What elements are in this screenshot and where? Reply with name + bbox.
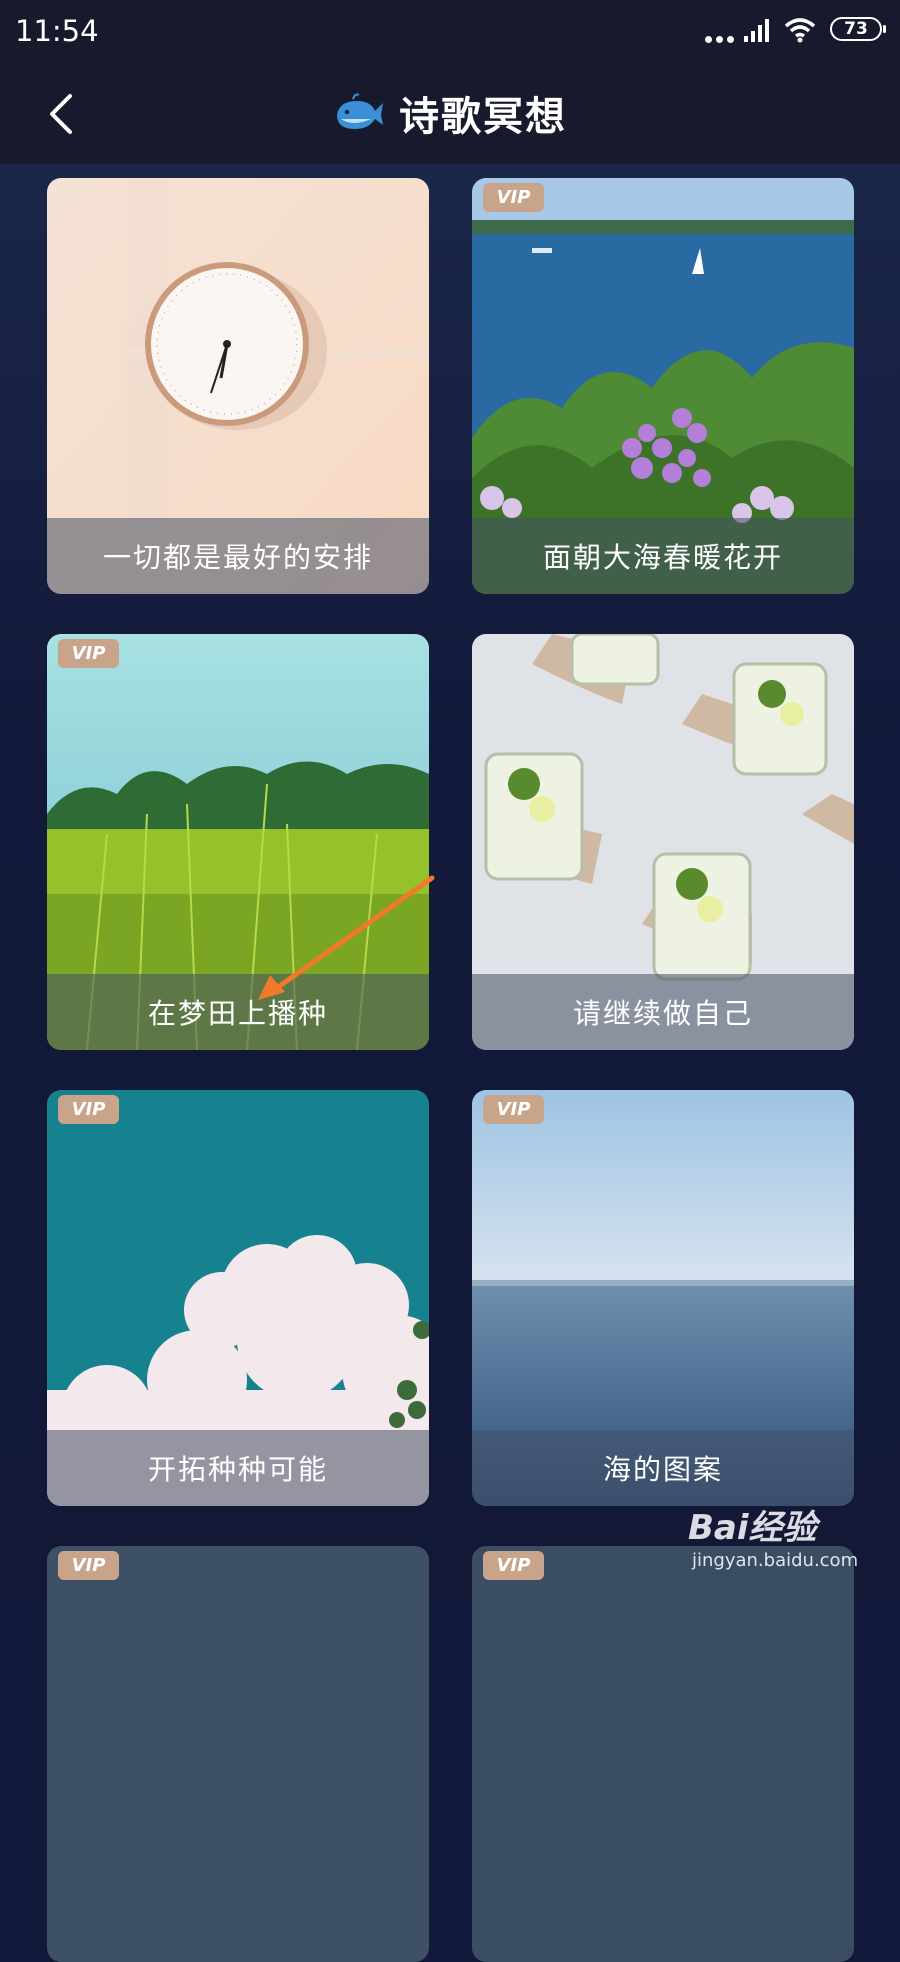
card-image [47,1546,429,1962]
baidu-jingyan-watermark: Bai经验 jingyan.baidu.com [688,1500,888,1590]
vip-badge: VIP [483,1551,544,1580]
battery-indicator: 73 [830,17,882,41]
card-title: 一切都是最好的安排 [47,518,429,594]
poem-grid: 一切都是最好的安排 VIP 面朝大海春暖花开 VIP 在梦田上播种 请继续做自己… [0,164,900,1962]
battery-tip [883,25,886,33]
whale-icon [337,93,383,129]
more-dots-icon [705,28,738,47]
card-title: 在梦田上播种 [47,974,429,1050]
poem-card[interactable]: 一切都是最好的安排 [47,178,429,594]
signal-icon [744,19,769,42]
page-title: 诗歌冥想 [399,94,567,140]
card-title: 开拓种种可能 [47,1430,429,1506]
poem-card[interactable]: 请继续做自己 [472,634,854,1050]
vip-badge: VIP [58,1095,119,1124]
card-title: 海的图案 [472,1430,854,1506]
vip-badge: VIP [483,1095,544,1124]
wifi-icon [784,18,816,43]
card-title: 面朝大海春暖花开 [472,518,854,594]
poem-card[interactable]: VIP 海的图案 [472,1090,854,1506]
app-header: 诗歌冥想 [0,62,900,164]
card-title: 请继续做自己 [472,974,854,1050]
poem-card[interactable]: VIP [47,1546,429,1962]
vip-badge: VIP [483,183,544,212]
card-image [472,1546,854,1962]
watermark-url: jingyan.baidu.com [692,1550,859,1571]
vip-badge: VIP [58,639,119,668]
poem-card[interactable]: VIP 在梦田上播种 [47,634,429,1050]
watermark-logo: Bai经验 [688,1508,817,1548]
poem-card[interactable]: VIP 面朝大海春暖花开 [472,178,854,594]
poem-card[interactable]: VIP 开拓种种可能 [47,1090,429,1506]
poem-card[interactable]: VIP [472,1546,854,1962]
vip-badge: VIP [58,1551,119,1580]
status-time: 11:54 [15,14,99,48]
status-bar: 11:54 73 [0,0,900,62]
